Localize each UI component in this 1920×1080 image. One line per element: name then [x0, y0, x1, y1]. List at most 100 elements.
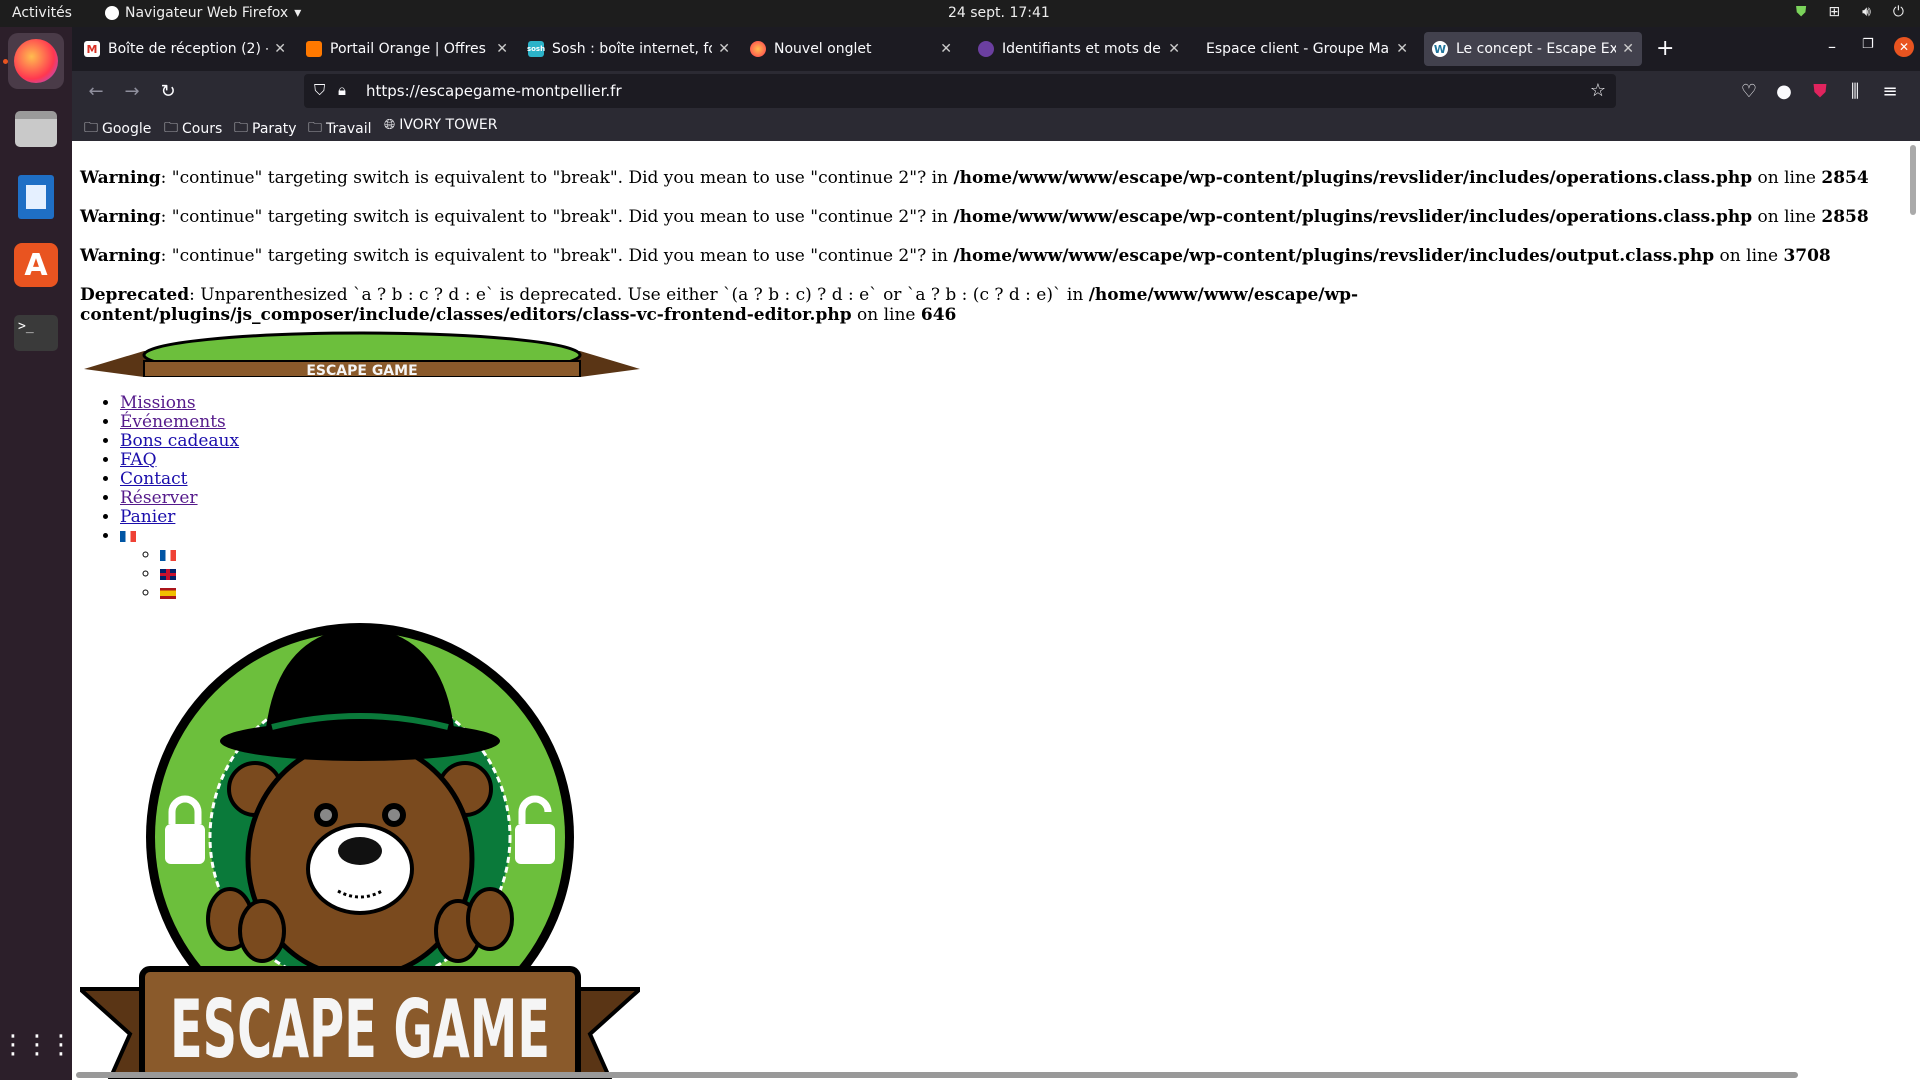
tab-gmail[interactable]: M Boîte de réception (2) - gi ✕ [76, 32, 294, 66]
header-logo[interactable]: ESCAPE GAME [84, 325, 640, 377]
address-bar[interactable]: ⛉ 🔒︎ https://escapegame-montpellier.fr ☆ [304, 74, 1616, 108]
menu-item: Contact [120, 470, 239, 489]
close-icon[interactable]: ✕ [496, 41, 508, 57]
menu-link-evenements[interactable]: Événements [120, 412, 226, 432]
app-menu[interactable]: Navigateur Web Firefox ▾ [105, 5, 301, 21]
tab-orange[interactable]: Portail Orange | Offres M ✕ [298, 32, 516, 66]
menu-item: Panier [120, 508, 239, 527]
app-grid-icon[interactable]: ⋮⋮⋮ [0, 1017, 74, 1073]
tab-escape-game[interactable]: W Le concept - Escape Expe ✕ [1424, 32, 1642, 66]
tab-strip: M Boîte de réception (2) - gi ✕ Portail … [72, 27, 1920, 71]
svg-text:ESCAPE GAME: ESCAPE GAME [306, 363, 417, 377]
menu-link-panier[interactable]: Panier [120, 507, 175, 527]
main-menu: Missions Événements Bons cadeaux FAQ Con… [120, 394, 239, 603]
new-tab-button[interactable]: + [1656, 36, 1674, 61]
maximize-button[interactable]: ❐ [1862, 37, 1874, 52]
bookmarks-toolbar: 🗀 Google 🗀 Cours 🗀 Paraty 🗀 Travail 🌐︎ IVORY … [72, 111, 1920, 141]
svg-text:ESCAPE GAME: ESCAPE GAME [170, 983, 550, 1076]
globe-icon: 🌐︎ [384, 117, 396, 133]
ublock-icon[interactable]: ⛊ [1808, 79, 1832, 103]
firefox-icon [105, 6, 119, 20]
caret-down-icon: ▾ [294, 5, 302, 21]
menu-item: Événements [120, 413, 239, 432]
identifiers-icon [978, 41, 994, 57]
menu-link-bons-cadeaux[interactable]: Bons cadeaux [120, 431, 239, 451]
tab-espace-client[interactable]: Espace client - Groupe Magic ✕ [1198, 32, 1416, 66]
tracking-shield-icon[interactable]: ⛉ [314, 81, 325, 99]
software-center-icon[interactable]: A [8, 237, 64, 293]
network-icon[interactable]: ⊞ [1828, 4, 1840, 20]
folder-icon: 🗀 [84, 120, 98, 136]
orange-icon [306, 41, 322, 57]
bookmark-google[interactable]: 🗀 Google [84, 117, 151, 141]
tab-identifiers[interactable]: Identifiants et mots de pa ✕ [970, 32, 1188, 66]
system-top-bar: Activités Navigateur Web Firefox ▾ 24 se… [0, 0, 1920, 27]
activities-button[interactable]: Activités [12, 5, 72, 21]
page-content: Warning: "continue" targeting switch is … [72, 141, 1920, 1080]
menu-link-contact[interactable]: Contact [120, 469, 188, 489]
menu-item: FAQ [120, 451, 239, 470]
menu-item: Réserver [120, 489, 239, 508]
folder-icon: 🗀 [164, 120, 178, 136]
terminal-icon[interactable]: >_ [8, 305, 64, 361]
close-icon[interactable]: ✕ [1168, 41, 1180, 57]
volume-icon[interactable]: 🔊︎ [1862, 4, 1871, 20]
bookmark-cours[interactable]: 🗀 Cours [164, 117, 222, 141]
escape-game-logo: ESCAPE GAME [80, 623, 640, 1079]
php-warning: Warning: "continue" targeting switch is … [80, 207, 1869, 227]
close-icon[interactable]: ✕ [274, 41, 286, 57]
sosh-icon: sosh [527, 41, 545, 57]
php-warning: Warning: "continue" targeting switch is … [80, 246, 1831, 266]
close-icon[interactable]: ✕ [718, 41, 730, 57]
horizontal-scrollbar[interactable] [76, 1072, 1798, 1078]
php-warning: Warning: "continue" targeting switch is … [80, 168, 1869, 188]
pocket-icon[interactable]: ♡ [1737, 79, 1761, 103]
bear-mascot [206, 738, 514, 980]
lock-icon[interactable]: 🔒︎ [338, 81, 346, 99]
dock: A >_ ⋮⋮⋮ [0, 27, 74, 1080]
flag-fr-icon[interactable] [160, 550, 176, 561]
close-icon[interactable]: ✕ [940, 41, 952, 57]
url-text[interactable]: https://escapegame-montpellier.fr [366, 82, 622, 100]
bookmark-paraty[interactable]: 🗀 Paraty [234, 117, 297, 141]
folder-icon: 🗀 [308, 120, 322, 136]
shield-icon[interactable]: ⛊ [1796, 4, 1807, 20]
vertical-scrollbar[interactable] [1910, 145, 1916, 215]
library-icon[interactable]: ⫼ [1843, 79, 1867, 103]
flag-fr-icon[interactable] [120, 531, 136, 542]
clock[interactable]: 24 sept. 17:41 [948, 5, 1050, 21]
forward-button[interactable]: → [120, 79, 144, 103]
menu-link-missions[interactable]: Missions [120, 393, 196, 413]
close-icon[interactable]: ✕ [1622, 41, 1634, 57]
window-close-button[interactable]: ✕ [1894, 37, 1914, 57]
close-icon[interactable]: ✕ [1396, 41, 1408, 57]
back-button[interactable]: ← [84, 79, 108, 103]
folder-icon: 🗀 [234, 120, 248, 136]
tab-sosh[interactable]: sosh Sosh : boîte internet, forf ✕ [520, 32, 738, 66]
logo-banner: ESCAPE GAME [80, 966, 640, 1079]
menu-icon[interactable]: ≡ [1878, 79, 1902, 103]
minimize-button[interactable]: – [1828, 37, 1836, 56]
flag-uk-icon[interactable] [160, 569, 176, 580]
php-deprecated: Deprecated: Unparenthesized `a ? b : c ?… [80, 285, 1359, 325]
menu-item: Missions [120, 394, 239, 413]
running-indicator [3, 59, 8, 64]
account-icon[interactable]: ● [1772, 79, 1796, 103]
bookmark-travail[interactable]: 🗀 Travail [308, 117, 371, 141]
flag-es-icon[interactable] [160, 588, 176, 599]
firefox-icon [750, 41, 766, 57]
menu-link-reserver[interactable]: Réserver [120, 488, 198, 508]
navigation-toolbar: ← → ↻ ⛉ 🔒︎ https://escapegame-montpellie… [72, 71, 1920, 111]
power-icon[interactable]: ⏻ [1893, 4, 1904, 20]
tab-new[interactable]: Nouvel onglet ✕ [742, 32, 960, 66]
writer-icon[interactable] [8, 169, 64, 225]
menu-link-faq[interactable]: FAQ [120, 450, 157, 470]
firefox-dock-icon[interactable] [8, 33, 64, 89]
bookmark-star-icon[interactable]: ☆ [1590, 80, 1606, 101]
menu-item-language [120, 527, 239, 603]
menu-item: Bons cadeaux [120, 432, 239, 451]
bookmark-ivory-tower[interactable]: 🌐︎ IVORY TOWER [384, 117, 498, 133]
system-tray[interactable]: ⛊ ⊞ 🔊︎ ⏻ [1796, 4, 1904, 20]
reload-button[interactable]: ↻ [156, 79, 180, 103]
files-icon[interactable] [8, 101, 64, 157]
